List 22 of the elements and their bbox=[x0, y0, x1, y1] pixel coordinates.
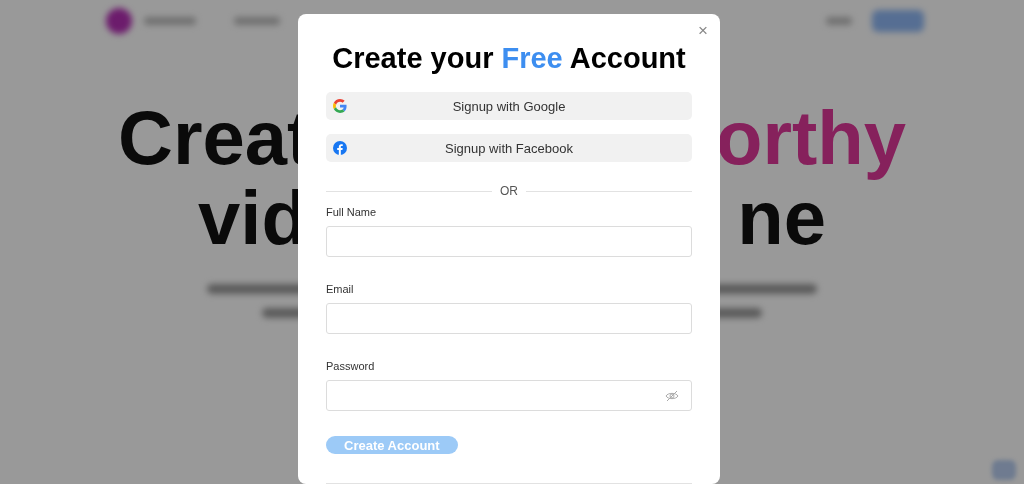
field-label: Email bbox=[326, 282, 355, 296]
facebook-signup-button[interactable]: Signup with Facebook bbox=[326, 134, 692, 162]
blurred-nav-item[interactable] bbox=[234, 17, 280, 25]
blurred-nav-button[interactable] bbox=[872, 10, 924, 32]
blurred-headline-text: orthy bbox=[716, 98, 906, 178]
or-divider-text: OR bbox=[500, 184, 518, 198]
field-label: Password bbox=[326, 359, 376, 373]
eye-slash-icon[interactable] bbox=[665, 389, 679, 402]
field-label: Full Name bbox=[326, 205, 378, 219]
blurred-nav-item[interactable] bbox=[826, 17, 852, 25]
logo-icon[interactable] bbox=[106, 8, 132, 34]
dialog-title: Create your Free Account bbox=[331, 41, 687, 76]
facebook-icon bbox=[333, 141, 347, 155]
password-field[interactable] bbox=[326, 380, 692, 411]
close-button[interactable]: × bbox=[696, 22, 710, 40]
input-field[interactable] bbox=[326, 226, 692, 257]
blurred-headline-text: ne bbox=[737, 178, 826, 258]
google-icon bbox=[333, 99, 347, 113]
blurred-chat-button[interactable] bbox=[992, 460, 1016, 480]
google-signup-button[interactable]: Signup with Google bbox=[326, 92, 692, 120]
input-field[interactable] bbox=[326, 303, 692, 334]
blurred-logo-text bbox=[144, 17, 196, 25]
